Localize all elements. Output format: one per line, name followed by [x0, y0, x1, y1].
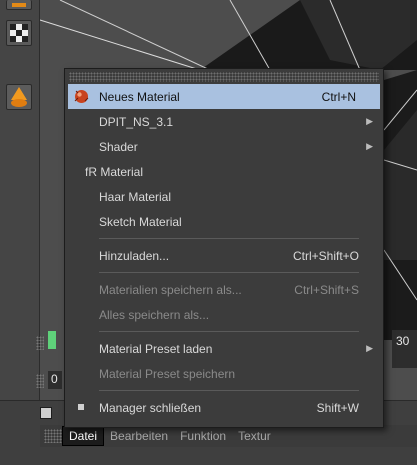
- menu-separator: [99, 272, 359, 273]
- menu-item-label: Shader: [99, 139, 138, 154]
- menu-item-haar-material[interactable]: Haar Material: [65, 184, 383, 209]
- menu-item-label: DPIT_NS_3.1: [99, 114, 174, 129]
- menu-datei[interactable]: Datei: [62, 426, 105, 446]
- menu-separator: [99, 331, 359, 332]
- menu-item-preset-speichern: Material Preset speichern: [65, 361, 383, 386]
- menu-item-neues-material[interactable]: Neues Material Ctrl+N: [68, 84, 380, 109]
- menu-item-label: Hinzuladen...: [99, 248, 170, 263]
- menu-item-shader[interactable]: Shader ▶: [65, 134, 383, 159]
- checked-indicator-icon: [78, 404, 84, 410]
- panel-checkbox[interactable]: [40, 407, 52, 419]
- manager-menubar: Datei Bearbeiten Funktion Textur: [40, 425, 417, 447]
- menu-item-dpit[interactable]: DPIT_NS_3.1 ▶: [65, 109, 383, 134]
- menu-item-label: Manager schließen: [99, 400, 202, 415]
- menu-item-shortcut: Shift+W: [316, 400, 359, 415]
- material-sphere-icon: [74, 90, 89, 103]
- menu-item-preset-laden[interactable]: Material Preset laden ▶: [65, 336, 383, 361]
- submenu-arrow-icon: ▶: [366, 116, 373, 126]
- left-toolbar: [0, 0, 40, 400]
- menu-item-sketch-material[interactable]: Sketch Material: [65, 209, 383, 234]
- menu-item-label: Materialien speichern als...: [99, 282, 242, 297]
- menu-separator: [99, 390, 359, 391]
- menubar-grip[interactable]: [44, 429, 62, 443]
- menu-textur[interactable]: Textur: [232, 427, 277, 445]
- submenu-arrow-icon: ▶: [366, 343, 373, 353]
- menu-item-manager-schliessen[interactable]: Manager schließen Shift+W: [65, 395, 383, 420]
- cone-tool-button[interactable]: [6, 84, 32, 110]
- orange-bar-icon: [12, 2, 26, 7]
- menu-item-shortcut: Ctrl+Shift+S: [294, 282, 359, 297]
- menu-item-shortcut: Ctrl+Shift+O: [292, 248, 359, 263]
- menu-item-label: Material Preset speichern: [99, 366, 236, 381]
- timeline-grip[interactable]: [36, 336, 44, 350]
- menu-item-label: Haar Material: [99, 189, 172, 204]
- checker-tool-button[interactable]: [6, 20, 32, 46]
- menu-item-label: Alles speichern als...: [99, 307, 210, 322]
- menu-separator: [99, 238, 359, 239]
- menu-funktion[interactable]: Funktion: [174, 427, 232, 445]
- menu-item-materialien-speichern: Materialien speichern als... Ctrl+Shift+…: [65, 277, 383, 302]
- menu-item-alles-speichern: Alles speichern als...: [65, 302, 383, 327]
- top-tool-button[interactable]: [6, 0, 32, 10]
- frame-field-grip[interactable]: [36, 374, 44, 388]
- menu-item-shortcut: Ctrl+N: [321, 89, 356, 104]
- menu-item-fr-material[interactable]: fR Material: [65, 159, 383, 184]
- menu-item-label: Sketch Material: [99, 214, 182, 229]
- submenu-arrow-icon: ▶: [366, 141, 373, 151]
- checker-icon: [10, 24, 28, 42]
- orange-cone-icon: [11, 87, 27, 107]
- menu-item-label: Material Preset laden: [99, 341, 213, 356]
- timeline-green-marker[interactable]: [48, 331, 56, 349]
- menu-tearoff-grip[interactable]: [69, 72, 379, 82]
- frame-start-field[interactable]: 0: [48, 371, 62, 389]
- menu-bearbeiten[interactable]: Bearbeiten: [104, 427, 174, 445]
- menu-item-label: Neues Material: [99, 89, 180, 104]
- menu-item-label: fR Material: [85, 164, 144, 179]
- menu-item-hinzuladen[interactable]: Hinzuladen... Ctrl+Shift+O: [65, 243, 383, 268]
- frame-end-field[interactable]: 30: [392, 330, 417, 368]
- datei-dropdown-menu: Neues Material Ctrl+N DPIT_NS_3.1 ▶ Shad…: [64, 68, 384, 428]
